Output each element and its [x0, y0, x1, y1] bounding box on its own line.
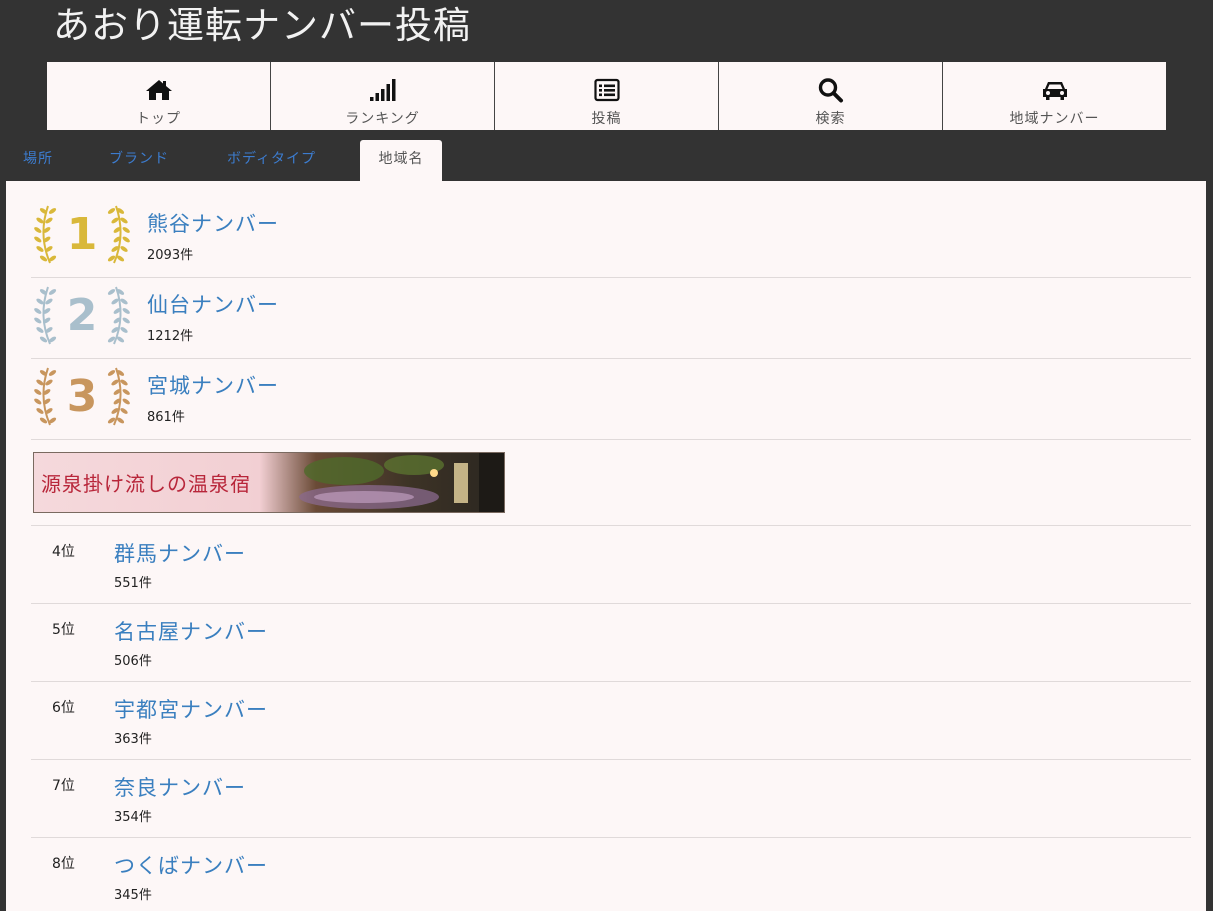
ad-banner[interactable]: 源泉掛け流しの温泉宿 — [33, 452, 505, 513]
search-icon — [816, 76, 846, 104]
laurel-leaf — [120, 327, 128, 333]
ranking-list: 1 熊谷ナンバー 2093件 2 仙台ナンバー 1212件 3 宮城ナンバー 8… — [31, 181, 1191, 911]
nav-label: 地域ナンバー — [1009, 111, 1100, 127]
rank-number: 7位 — [52, 778, 75, 794]
post-count: 345件 — [114, 888, 152, 903]
ranking-panel: 1 熊谷ナンバー 2093件 2 仙台ナンバー 1212件 3 宮城ナンバー 8… — [6, 181, 1206, 911]
rank-number: 5位 — [52, 622, 75, 638]
nav-label: トップ — [136, 111, 181, 127]
laurel-leaf — [34, 398, 42, 405]
nav-label: 検索 — [815, 111, 846, 127]
laurel-leaf — [48, 208, 57, 214]
post-count: 551件 — [114, 576, 152, 591]
laurel-leaf — [34, 389, 42, 395]
region-name-link[interactable]: 熊谷ナンバー — [147, 208, 279, 238]
laurel-leaf — [34, 308, 42, 314]
laurel-leaf — [122, 227, 130, 233]
laurel-leaf — [48, 289, 57, 295]
laurel-medal-3-icon: 3 — [34, 367, 130, 426]
laurel-leaf — [122, 236, 130, 243]
laurel-leaf — [120, 408, 128, 414]
signal-bars-icon — [368, 76, 398, 104]
nav-search[interactable]: 検索 — [718, 62, 942, 130]
post-count: 506件 — [114, 654, 152, 669]
region-name-link[interactable]: 奈良ナンバー — [114, 772, 246, 802]
list-icon — [592, 76, 622, 104]
nav-post[interactable]: 投稿 — [494, 62, 718, 130]
ranking-row-2: 2 仙台ナンバー 1212件 — [31, 278, 1191, 359]
post-count: 2093件 — [147, 248, 194, 263]
medal-rank-number: 2 — [67, 290, 98, 341]
ranking-row-6: 6位 宇都宮ナンバー 363件 — [31, 682, 1191, 760]
nav-top[interactable]: トップ — [47, 62, 270, 130]
laurel-leaf — [36, 408, 44, 414]
laurel-leaf — [107, 370, 116, 376]
laurel-leaf — [107, 208, 116, 214]
car-icon — [1040, 76, 1070, 104]
tab-brand[interactable]: ブランド — [109, 140, 169, 181]
medal-rank-number: 3 — [67, 371, 98, 422]
region-name-link[interactable]: 名古屋ナンバー — [114, 616, 268, 646]
ranking-row-3: 3 宮城ナンバー 861件 — [31, 359, 1191, 440]
laurel-leaf — [120, 246, 128, 252]
tab-body-type[interactable]: ボディタイプ — [227, 140, 316, 181]
hot-spring-photo — [299, 453, 504, 512]
laurel-leaf — [36, 246, 44, 252]
nav-label: 投稿 — [591, 111, 622, 127]
ranking-row-1: 1 熊谷ナンバー 2093件 — [31, 181, 1191, 278]
laurel-medal-1-icon: 1 — [34, 205, 130, 264]
laurel-leaf — [122, 308, 130, 314]
medal-rank-number: 1 — [67, 209, 98, 260]
ranking-row-4: 4位 群馬ナンバー 551件 — [31, 526, 1191, 604]
region-name-link[interactable]: 群馬ナンバー — [114, 538, 246, 568]
ranking-row-5: 5位 名古屋ナンバー 506件 — [31, 604, 1191, 682]
main-nav: トップ ランキング 投稿 検索 地域ナンバー — [47, 62, 1166, 130]
rank-number: 4位 — [52, 544, 75, 560]
region-name-link[interactable]: 宮城ナンバー — [147, 370, 279, 400]
post-count: 354件 — [114, 810, 152, 825]
home-icon — [144, 76, 174, 104]
post-count: 861件 — [147, 410, 185, 425]
rank-number: 6位 — [52, 700, 75, 716]
ad-row: 源泉掛け流しの温泉宿 — [31, 440, 1191, 526]
tab-location[interactable]: 場所 — [23, 140, 53, 181]
region-name-link[interactable]: 宇都宮ナンバー — [114, 694, 268, 724]
laurel-leaf — [122, 317, 130, 324]
laurel-leaf — [34, 227, 42, 233]
rank-number: 8位 — [52, 856, 75, 872]
ranking-row-7: 7位 奈良ナンバー 354件 — [31, 760, 1191, 838]
nav-ranking[interactable]: ランキング — [270, 62, 494, 130]
tab-region-name[interactable]: 地域名 — [360, 140, 442, 181]
laurel-leaf — [34, 236, 42, 243]
category-tabs: 場所 ブランド ボディタイプ 地域名 — [0, 140, 1213, 181]
ad-text: 源泉掛け流しの温泉宿 — [41, 472, 251, 496]
nav-label: ランキング — [345, 111, 420, 127]
laurel-leaf — [122, 398, 130, 405]
laurel-leaf — [34, 317, 42, 324]
site-title[interactable]: あおり運転ナンバー投稿 — [53, 2, 471, 50]
laurel-medal-2-icon: 2 — [34, 286, 130, 345]
post-count: 363件 — [114, 732, 152, 747]
region-name-link[interactable]: つくばナンバー — [114, 850, 268, 880]
laurel-leaf — [48, 370, 57, 376]
laurel-leaf — [122, 389, 130, 395]
post-count: 1212件 — [147, 329, 194, 344]
nav-region-number[interactable]: 地域ナンバー — [942, 62, 1166, 130]
laurel-leaf — [36, 327, 44, 333]
region-name-link[interactable]: 仙台ナンバー — [147, 289, 279, 319]
ranking-row-8: 8位 つくばナンバー 345件 — [31, 838, 1191, 911]
laurel-leaf — [107, 289, 116, 295]
